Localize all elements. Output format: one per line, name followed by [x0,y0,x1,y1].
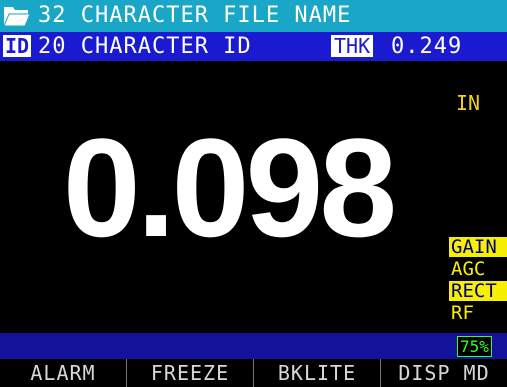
alarm-softkey[interactable]: ALARM [0,359,127,387]
agc-indicator: AGC [451,258,486,280]
id-tag: ID [3,34,32,58]
unit-label: IN [456,91,481,115]
folder-open-icon [3,7,31,27]
backlight-softkey[interactable]: BKLITE [254,359,381,387]
side-status-panel: GAIN AGC RECT RF [449,237,507,325]
id-text: 20 CHARACTER ID [38,34,252,59]
display-mode-softkey[interactable]: DISP MD [381,359,507,387]
rect-indicator: RECT [449,281,507,301]
rf-indicator: RF [451,302,474,324]
status-bar: 75% [0,333,507,359]
file-name-text: 32 CHARACTER FILE NAME [38,3,352,28]
softkey-row: ALARM FREEZE BKLITE DISP MD [0,359,507,387]
id-bar[interactable]: ID 20 CHARACTER ID THK 0.249 [0,32,507,61]
thickness-reading: 0.098 [62,109,397,266]
thk-tag: THK [331,35,374,57]
file-name-bar[interactable]: 32 CHARACTER FILE NAME [0,0,507,32]
battery-indicator: 75% [457,336,492,357]
freeze-softkey[interactable]: FREEZE [127,359,254,387]
thk-value: 0.249 [391,34,463,59]
gain-indicator: GAIN [449,237,507,257]
gauge-screen: 32 CHARACTER FILE NAME ID 20 CHARACTER I… [0,0,507,387]
